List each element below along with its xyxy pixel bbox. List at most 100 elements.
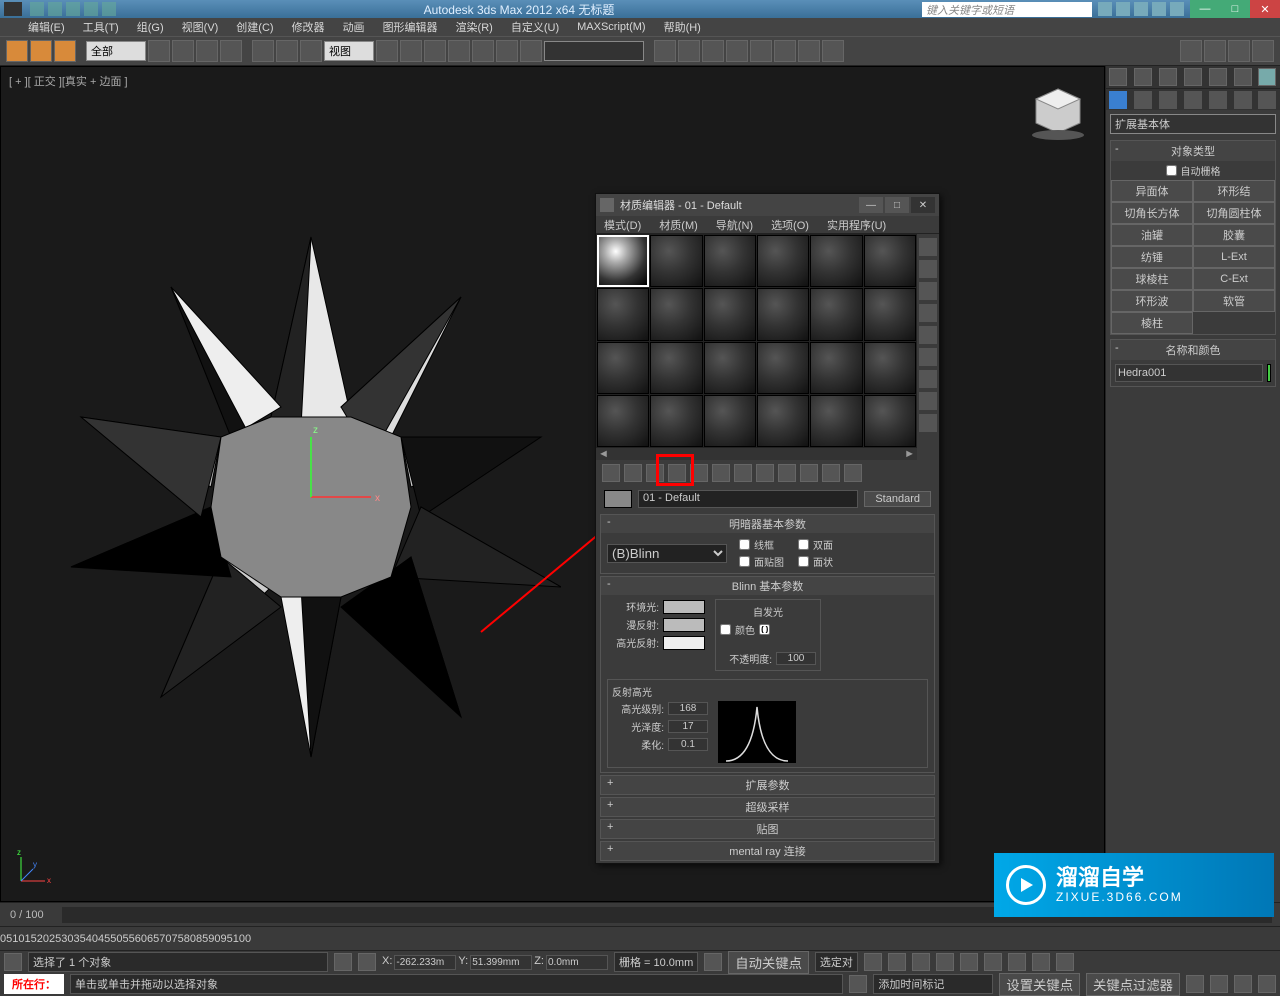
prev-frame-icon[interactable] [888, 953, 906, 971]
time-config-icon[interactable] [1186, 975, 1204, 993]
twosided-checkbox[interactable] [798, 539, 809, 550]
min-max-icon[interactable] [1258, 975, 1276, 993]
menu-maxscript[interactable]: MAXScript(M) [577, 21, 645, 33]
selfillum-color-checkbox[interactable] [720, 624, 731, 635]
wire-checkbox[interactable] [739, 539, 750, 550]
isolate-icon[interactable] [358, 953, 376, 971]
reset-map-icon[interactable] [668, 464, 686, 482]
favorites-icon[interactable] [1134, 2, 1148, 16]
put-to-scene-icon[interactable] [624, 464, 642, 482]
material-slot[interactable] [810, 235, 862, 287]
maximize-vp-icon[interactable] [1234, 975, 1252, 993]
menu-anim[interactable]: 动画 [343, 19, 365, 35]
spindle-button[interactable]: 纺锤 [1111, 246, 1193, 268]
signin-icon[interactable] [1152, 2, 1166, 16]
selected-obj-field[interactable]: 选定对 [815, 952, 858, 972]
render-prod-icon[interactable] [1180, 40, 1202, 62]
rollout-header[interactable]: -明暗器基本参数 [601, 515, 934, 533]
make-unique-icon[interactable] [712, 464, 730, 482]
background-icon[interactable] [919, 282, 937, 300]
spinner-snap-icon[interactable] [496, 40, 518, 62]
scale-icon[interactable] [300, 40, 322, 62]
faceted-checkbox[interactable] [798, 556, 809, 567]
lights-icon[interactable] [1159, 91, 1177, 109]
go-parent-icon[interactable] [822, 464, 840, 482]
qat-save-icon[interactable] [66, 2, 80, 16]
edit-named-icon[interactable] [520, 40, 542, 62]
render-frame-icon[interactable] [822, 40, 844, 62]
teapot-render2-icon[interactable] [1228, 40, 1250, 62]
percent-snap-icon[interactable] [472, 40, 494, 62]
ringwave-button[interactable]: 环形波 [1111, 290, 1193, 312]
align-icon[interactable] [678, 40, 700, 62]
sample-uv-icon[interactable] [919, 304, 937, 322]
material-slot[interactable] [597, 235, 649, 287]
cameras-icon[interactable] [1184, 91, 1202, 109]
material-slot[interactable] [597, 288, 649, 340]
modify-tab-icon[interactable] [1134, 68, 1152, 86]
material-slot[interactable] [864, 342, 916, 394]
sample-type-icon[interactable] [919, 238, 937, 256]
mat-id-icon[interactable] [756, 464, 774, 482]
material-slot[interactable] [704, 235, 756, 287]
show-map-icon[interactable] [778, 464, 796, 482]
gloss-spinner[interactable] [668, 720, 708, 733]
add-time-tag[interactable]: 添加时间标记 [873, 974, 993, 994]
material-slot[interactable] [864, 235, 916, 287]
capsule-button[interactable]: 胶囊 [1193, 224, 1275, 246]
selection-filter-dropdown[interactable]: 全部 [86, 41, 146, 61]
material-slot[interactable] [650, 288, 702, 340]
spec-level-spinner[interactable] [668, 702, 708, 715]
material-slot[interactable] [757, 288, 809, 340]
material-slot[interactable] [810, 395, 862, 447]
material-slot[interactable] [757, 395, 809, 447]
lock-icon[interactable] [334, 953, 352, 971]
menu-group[interactable]: 组(G) [137, 19, 164, 35]
hammer-tab-icon[interactable] [1258, 68, 1276, 86]
pivot-icon[interactable] [376, 40, 398, 62]
manip-icon[interactable] [400, 40, 422, 62]
video-color-icon[interactable] [919, 326, 937, 344]
material-slot[interactable] [650, 395, 702, 447]
material-slot[interactable] [650, 235, 702, 287]
material-slot[interactable] [704, 395, 756, 447]
material-slot[interactable] [810, 288, 862, 340]
qat-open-icon[interactable] [48, 2, 62, 16]
viewport-label[interactable]: [ + ][ 正交 ][真实 + 边面 ] [9, 73, 128, 89]
name-color-header[interactable]: 名称和颜色 [1166, 345, 1221, 357]
selfillum-spinner[interactable] [759, 624, 770, 635]
spacewarps-icon[interactable] [1234, 91, 1252, 109]
material-slot[interactable] [597, 342, 649, 394]
z-input[interactable] [546, 955, 608, 970]
me-hscroll[interactable]: ◄► [596, 448, 917, 460]
schematic-icon[interactable] [750, 40, 772, 62]
cext-button[interactable]: C-Ext [1193, 268, 1275, 290]
link-icon[interactable] [54, 40, 76, 62]
material-slot[interactable] [704, 288, 756, 340]
torusknot-button[interactable]: 环形结 [1193, 180, 1275, 202]
menu-edit[interactable]: 编辑(E) [28, 19, 65, 35]
move-icon[interactable] [252, 40, 274, 62]
material-name-dropdown[interactable]: 01 - Default [638, 490, 858, 508]
qat-new-icon[interactable] [30, 2, 44, 16]
gengon-button[interactable]: 球棱柱 [1111, 268, 1193, 290]
oiltank-button[interactable]: 油罐 [1111, 224, 1193, 246]
teapot-render3-icon[interactable] [1252, 40, 1274, 62]
pick-material-icon[interactable] [604, 490, 632, 508]
setkey-button[interactable]: 设置关键点 [999, 973, 1080, 996]
menu-tools[interactable]: 工具(T) [83, 19, 119, 35]
layer-icon[interactable] [702, 40, 724, 62]
assign-to-selection-icon[interactable] [646, 464, 664, 482]
minimize-button[interactable]: — [1190, 0, 1220, 18]
object-name-input[interactable] [1115, 364, 1263, 382]
menu-help[interactable]: 帮助(H) [664, 19, 701, 35]
select-rect-icon[interactable] [196, 40, 218, 62]
pan-icon[interactable] [1056, 953, 1074, 971]
menu-render[interactable]: 渲染(R) [456, 19, 493, 35]
maxscript-listener-icon[interactable] [4, 953, 22, 971]
facemap-checkbox[interactable] [739, 556, 750, 567]
rollout-header[interactable]: -Blinn 基本参数 [601, 577, 934, 595]
viewcube-icon[interactable] [1028, 81, 1088, 141]
angle-snap-icon[interactable] [448, 40, 470, 62]
maximize-button[interactable]: □ [1220, 0, 1250, 18]
